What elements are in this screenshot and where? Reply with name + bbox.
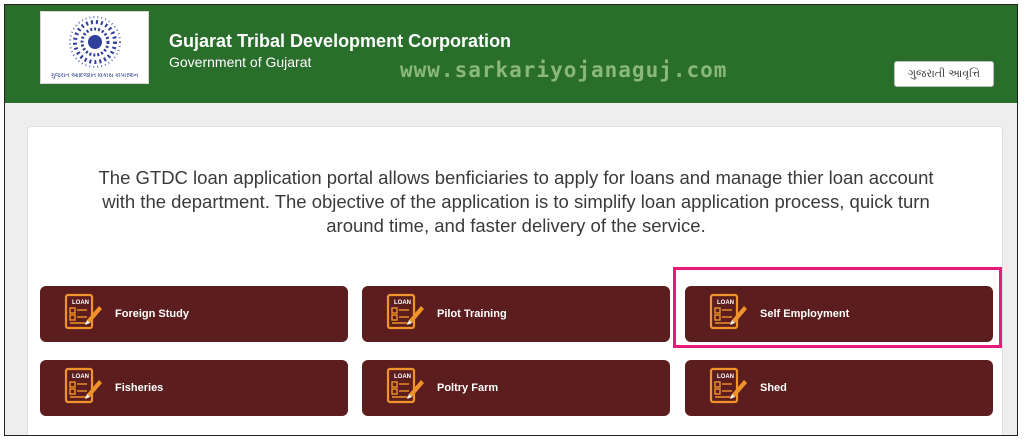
loan-tile-self-employment[interactable]: LOAN Self Employment <box>685 286 993 342</box>
svg-text:LOAN: LOAN <box>72 374 89 380</box>
loan-document-icon: LOAN <box>63 367 103 412</box>
tile-label: Shed <box>760 382 787 394</box>
loan-tile-foreign-study[interactable]: LOAN Foreign Study <box>40 286 348 342</box>
tile-label: Pilot Training <box>437 308 507 320</box>
browser-viewport: ગુજરાત આદિજાતિ વિકાસ કોર્પોરેશન Gujarat … <box>4 4 1018 436</box>
language-switch-button[interactable]: ગુજરાતી આવૃત્તિ <box>894 61 994 87</box>
loan-tile-fisheries[interactable]: LOAN Fisheries <box>40 360 348 416</box>
organization-title: Gujarat Tribal Development Corporation <box>169 31 512 51</box>
tile-label: Poltry Farm <box>437 382 499 394</box>
portal-description: The GTDC loan application portal allows … <box>98 167 934 236</box>
svg-text:LOAN: LOAN <box>717 374 734 380</box>
tile-label: Self Employment <box>760 308 850 320</box>
site-header: ગુજરાત આદિજાતિ વિકાસ કોર્પોરેશન Gujarat … <box>5 5 1017 103</box>
gtdc-logo[interactable]: ગુજરાત આદિજાતિ વિકાસ કોર્પોરેશન <box>40 11 149 84</box>
svg-text:LOAN: LOAN <box>72 300 89 306</box>
loan-document-icon: LOAN <box>708 293 748 338</box>
svg-text:LOAN: LOAN <box>394 374 411 380</box>
watermark-text: www.sarkariyojanaguj.com <box>400 58 728 82</box>
tile-label: Fisheries <box>115 382 164 394</box>
loan-document-icon: LOAN <box>708 367 748 412</box>
loan-tile-poltry-farm[interactable]: LOAN Poltry Farm <box>362 360 670 416</box>
tile-label: Foreign Study <box>115 308 189 320</box>
loan-tile-pilot-training[interactable]: LOAN Pilot Training <box>362 286 670 342</box>
svg-text:LOAN: LOAN <box>717 300 734 306</box>
svg-text:LOAN: LOAN <box>394 300 411 306</box>
organization-subtitle: Government of Gujarat <box>169 54 312 70</box>
loan-document-icon: LOAN <box>385 293 425 338</box>
emblem-icon <box>69 16 121 68</box>
loan-document-icon: LOAN <box>63 293 103 338</box>
loan-document-icon: LOAN <box>385 367 425 412</box>
logo-caption: ગુજરાત આદિજાતિ વિકાસ કોર્પોરેશન <box>50 73 139 79</box>
loan-tile-shed[interactable]: LOAN Shed <box>685 360 993 416</box>
